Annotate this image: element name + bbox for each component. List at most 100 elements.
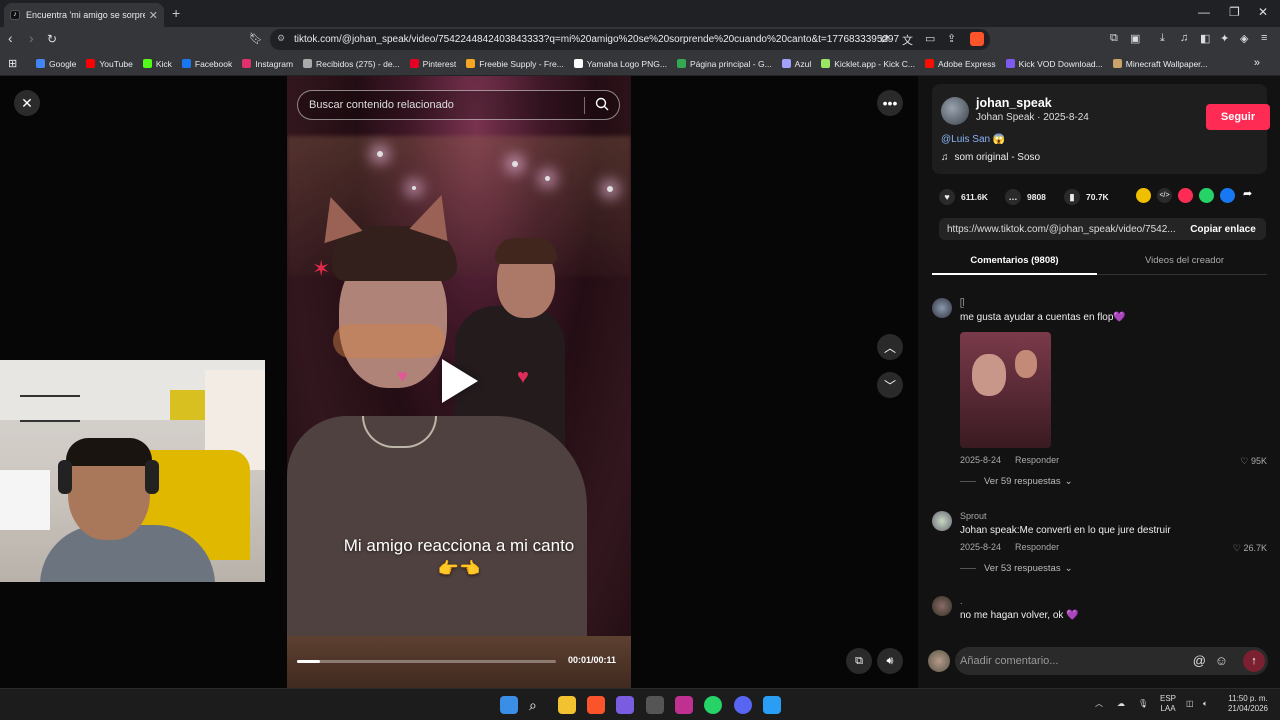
whatsapp-icon[interactable]: [1199, 188, 1214, 203]
extensions-icon[interactable]: ⧉: [1110, 32, 1118, 45]
play-icon[interactable]: [442, 359, 478, 403]
related-search-input[interactable]: Buscar contenido relacionado: [297, 90, 620, 120]
bookmark-page-icon[interactable]: 🔖︎: [249, 32, 263, 45]
reply-button[interactable]: Responder: [1015, 542, 1059, 552]
language-indicator[interactable]: ESP LAA: [1160, 694, 1176, 714]
forward-icon[interactable]: ›: [29, 30, 34, 46]
bookmark-item[interactable]: Facebook: [181, 59, 232, 69]
tab-close-icon[interactable]: ✕: [149, 9, 158, 22]
video-link-field[interactable]: https://www.tiktok.com/@johan_speak/vide…: [939, 218, 1266, 240]
new-tab-icon[interactable]: +: [172, 5, 180, 21]
bookmark-item[interactable]: Pinterest: [409, 59, 456, 69]
translate-icon[interactable]: ⇄: [880, 32, 889, 45]
view-replies-button[interactable]: Ver 53 respuestas ⌄: [960, 563, 1073, 574]
reload-icon[interactable]: ↻: [47, 32, 57, 46]
repost-icon[interactable]: [1178, 188, 1193, 203]
comment-image[interactable]: [960, 332, 1051, 448]
author-avatar[interactable]: [941, 97, 969, 125]
coin-icon[interactable]: [1136, 188, 1151, 203]
bookmark-item[interactable]: Google: [36, 59, 76, 69]
tab-comments[interactable]: Comentarios (9808): [932, 255, 1097, 266]
window-close-icon[interactable]: ✕: [1258, 5, 1268, 19]
bookmarks-overflow-icon[interactable]: »: [1254, 57, 1260, 69]
progress-bar[interactable]: [297, 660, 556, 663]
bookmark-item[interactable]: YouTube: [86, 59, 133, 69]
comment-user[interactable]: ᥫ: [960, 298, 965, 309]
downloads-icon[interactable]: ⤓: [1160, 32, 1165, 45]
apps-grid-icon[interactable]: ⊞: [8, 57, 17, 70]
bookmark-item[interactable]: Página principal - G...: [676, 59, 772, 69]
bookmark-item[interactable]: Kick: [142, 59, 172, 69]
menu-icon[interactable]: ≡: [1261, 32, 1267, 44]
file-explorer-icon[interactable]: [558, 696, 576, 714]
embed-icon[interactable]: </>: [1157, 188, 1172, 203]
emoji-icon[interactable]: ☺: [1215, 653, 1228, 668]
cast-icon[interactable]: ▭: [925, 32, 935, 45]
search-icon[interactable]: ⌕: [529, 696, 547, 714]
at-icon[interactable]: @: [1193, 653, 1206, 668]
bookmark-item[interactable]: Yamaha Logo PNG...: [573, 59, 667, 69]
language-icon[interactable]: 文: [902, 32, 913, 48]
whatsapp-icon[interactable]: [704, 696, 722, 714]
more-icon[interactable]: •••: [877, 90, 903, 116]
restore-icon[interactable]: ❐: [1229, 5, 1240, 19]
music-icon[interactable]: ♫: [1180, 32, 1188, 44]
brave-icon[interactable]: [587, 696, 605, 714]
chevron-down-icon[interactable]: ﹀: [877, 372, 903, 398]
sound-row[interactable]: ♫ som original - Soso: [941, 152, 1040, 163]
start-icon[interactable]: [500, 696, 518, 714]
bookmark-item[interactable]: Kicklet.app - Kick C...: [821, 59, 915, 69]
commenter-avatar[interactable]: [932, 511, 952, 531]
tray-chevron-icon[interactable]: ︿: [1095, 699, 1103, 709]
bookmark-item[interactable]: Minecraft Wallpaper...: [1112, 59, 1208, 69]
browser-tab[interactable]: ♪ Encuentra 'mi amigo se sorprende' ✕: [4, 3, 164, 27]
volume-icon[interactable]: 🔊︎: [877, 648, 903, 674]
facebook-icon[interactable]: [1220, 188, 1235, 203]
clock[interactable]: 11:50 p. m. 21/04/2026: [1222, 694, 1274, 714]
bookmark-item[interactable]: Instagram: [242, 59, 293, 69]
search-icon[interactable]: [595, 97, 609, 111]
wifi-icon[interactable]: ◫: [1186, 699, 1194, 709]
vpn-icon[interactable]: ◈: [1240, 32, 1248, 45]
minimize-icon[interactable]: —: [1198, 5, 1210, 19]
send-icon[interactable]: ↑: [1243, 650, 1265, 672]
commenter-avatar[interactable]: [932, 298, 952, 318]
reply-button[interactable]: Responder: [1015, 455, 1059, 465]
mention-link[interactable]: @Luis San 😱: [941, 134, 1005, 145]
like-stat[interactable]: ♥ 611.6K: [939, 189, 988, 205]
bookmark-item[interactable]: Adobe Express: [925, 59, 996, 69]
microphone-icon[interactable]: 🎙︎: [1138, 699, 1148, 709]
author-username[interactable]: johan_speak: [976, 96, 1052, 110]
network-app-icon[interactable]: ☁: [1117, 699, 1125, 709]
comment-likes[interactable]: ♡ 95K: [1240, 456, 1267, 467]
comment-stat[interactable]: … 9808: [1005, 189, 1046, 205]
copy-link-button[interactable]: Copiar enlace: [1180, 218, 1266, 240]
bookmark-item[interactable]: Azul: [781, 59, 811, 69]
app-icon[interactable]: [646, 696, 664, 714]
tab-creator-videos[interactable]: Videos del creador: [1102, 255, 1267, 266]
follow-button[interactable]: Seguir: [1206, 104, 1270, 130]
video-player[interactable]: ♥ ♥ ✶ Buscar contenido relacionado Mi am…: [287, 76, 631, 688]
bookmark-item[interactable]: Kick VOD Download...: [1005, 59, 1103, 69]
brave-shield-icon[interactable]: [970, 32, 984, 46]
share-icon[interactable]: ➦: [1243, 187, 1252, 200]
close-icon[interactable]: ✕: [14, 90, 40, 116]
share-page-icon[interactable]: ⇪: [947, 32, 956, 45]
sidebar-icon[interactable]: ▣: [1130, 32, 1140, 45]
discord-icon[interactable]: [734, 696, 752, 714]
comment-user[interactable]: Sprout: [960, 511, 987, 521]
app-icon[interactable]: [616, 696, 634, 714]
comment-user[interactable]: .: [960, 596, 963, 606]
comment-input[interactable]: Añadir comentario... @ ☺ ↑: [955, 647, 1268, 675]
chevron-up-icon[interactable]: ︿: [877, 334, 903, 360]
bookmark-item[interactable]: Recibidos (275) - de...: [303, 59, 400, 69]
app-icon[interactable]: [763, 696, 781, 714]
panel-icon[interactable]: ◧: [1200, 32, 1210, 45]
back-icon[interactable]: ‹: [8, 30, 13, 46]
comment-likes[interactable]: ♡ 26.7K: [1233, 543, 1267, 554]
save-stat[interactable]: ▮ 70.7K: [1064, 189, 1109, 205]
bookmark-item[interactable]: Freebie Supply - Fre...: [466, 59, 564, 69]
app-icon[interactable]: [675, 696, 693, 714]
leo-ai-icon[interactable]: ✦: [1220, 32, 1229, 45]
speaker-icon[interactable]: 🔈︎: [1203, 699, 1208, 709]
